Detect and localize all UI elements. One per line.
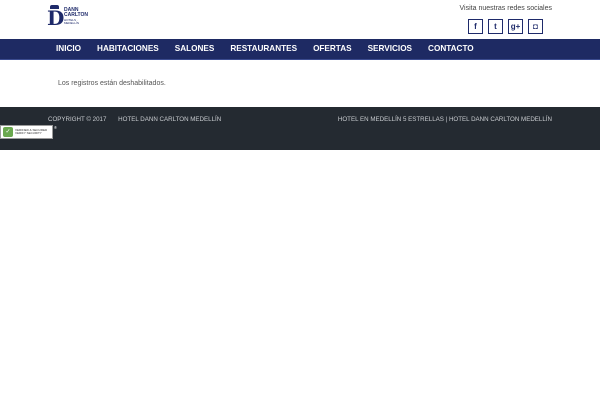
logo-tagline: HOTELS · MEDELLÍN <box>64 18 80 25</box>
badge-text: VERIFIED & SECURED VERIFY SECURITY <box>15 128 47 136</box>
nav-item-habitaciones[interactable]: HABITACIONES <box>89 39 167 59</box>
site-footer: COPYRIGHT © 2017 HOTEL DANN CARLTON MEDE… <box>0 107 600 150</box>
nav-item-salones[interactable]: SALONES <box>167 39 223 59</box>
hotel-logo[interactable]: D DANN CARLTON HOTELS · MEDELLÍN <box>47 5 88 31</box>
nav-item-restaurantes[interactable]: RESTAURANTES <box>222 39 305 59</box>
footer-hotel-link[interactable]: HOTEL DANN CARLTON MEDELLÍN <box>118 116 221 123</box>
main-navigation: INICIO HABITACIONES SALONES RESTAURANTES… <box>0 39 600 60</box>
registered-mark: ® <box>54 125 57 130</box>
social-icons: f t g+ ◘ <box>468 19 543 34</box>
nav-item-ofertas[interactable]: OFERTAS <box>305 39 360 59</box>
logo-letter: D <box>47 6 65 30</box>
nav-item-inicio[interactable]: INICIO <box>48 39 89 59</box>
footer-left: COPYRIGHT © 2017 HOTEL DANN CARLTON MEDE… <box>48 116 231 123</box>
site-header: D DANN CARLTON HOTELS · MEDELLÍN Visita … <box>0 0 600 39</box>
footer-right-link[interactable]: HOTEL EN MEDELLÍN 5 ESTRELLAS | HOTEL DA… <box>338 116 552 123</box>
nav-item-servicios[interactable]: SERVICIOS <box>360 39 420 59</box>
badge-line-2: VERIFY SECURITY <box>15 131 42 135</box>
google-plus-icon[interactable]: g+ <box>508 19 523 34</box>
logo-name: DANN CARLTON <box>64 7 88 18</box>
shield-icon: ✓ <box>3 127 13 137</box>
copyright-text: COPYRIGHT © 2017 <box>48 116 107 123</box>
nav-item-contacto[interactable]: CONTACTO <box>420 39 482 59</box>
security-badge[interactable]: ✓ VERIFIED & SECURED VERIFY SECURITY ® <box>0 125 57 139</box>
registration-disabled-message: Los registros están deshabilitados. <box>58 80 166 87</box>
instagram-icon[interactable]: ◘ <box>528 19 543 34</box>
facebook-icon[interactable]: f <box>468 19 483 34</box>
social-label: Visita nuestras redes sociales <box>459 5 552 12</box>
twitter-icon[interactable]: t <box>488 19 503 34</box>
